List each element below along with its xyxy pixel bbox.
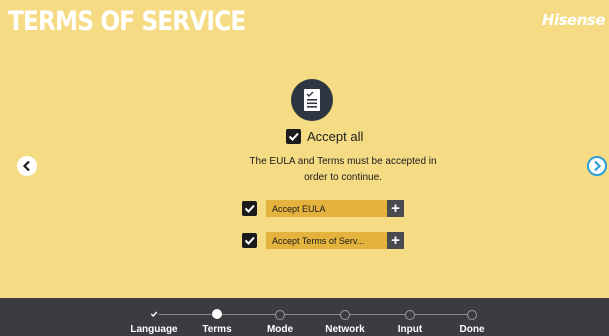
accept-terms-field[interactable]: Accept Terms of Serv... — [266, 232, 387, 249]
accept-all-label: Accept all — [307, 128, 364, 144]
step-label-language: Language — [130, 324, 178, 335]
eula-expand-button[interactable]: + — [387, 200, 404, 217]
step-label-terms: Terms — [202, 324, 232, 335]
checkbox-checked-icon — [286, 128, 301, 144]
setup-progress-bar: Language Terms Mode Network Input Done — [0, 298, 609, 336]
prev-button[interactable] — [17, 156, 37, 176]
eula-checkbox[interactable] — [242, 201, 257, 216]
document-check-icon — [291, 79, 333, 121]
brand-logo: Hisense — [541, 11, 606, 29]
progress-track — [154, 314, 472, 315]
step-label-input: Input — [397, 324, 423, 335]
step-done-icon — [149, 309, 159, 319]
chevron-right-icon — [594, 160, 602, 172]
accept-terms-row: Accept Terms of Serv... + — [242, 232, 404, 249]
step-pending-icon — [467, 310, 477, 320]
step-pending-icon — [340, 310, 350, 320]
next-button[interactable] — [587, 156, 607, 176]
notice-line-1: The EULA and Terms must be accepted in — [249, 156, 437, 167]
step-pending-icon — [275, 310, 285, 320]
step-label-network: Network — [325, 324, 365, 335]
terms-checkbox[interactable] — [242, 233, 257, 248]
terms-notice: The EULA and Terms must be accepted in o… — [236, 154, 450, 186]
accept-eula-field[interactable]: Accept EULA — [266, 200, 387, 217]
step-label-mode: Mode — [266, 324, 294, 335]
terms-expand-button[interactable]: + — [387, 232, 404, 249]
notice-line-2: order to continue. — [304, 172, 382, 183]
page-title: TERMS OF SERVICE — [8, 6, 246, 37]
accept-eula-row: Accept EULA + — [242, 200, 404, 217]
chevron-left-icon — [22, 160, 30, 172]
step-pending-icon — [405, 310, 415, 320]
step-current-icon — [212, 309, 222, 319]
step-label-done: Done — [459, 324, 485, 335]
accept-all-checkbox[interactable]: Accept all — [286, 128, 363, 144]
